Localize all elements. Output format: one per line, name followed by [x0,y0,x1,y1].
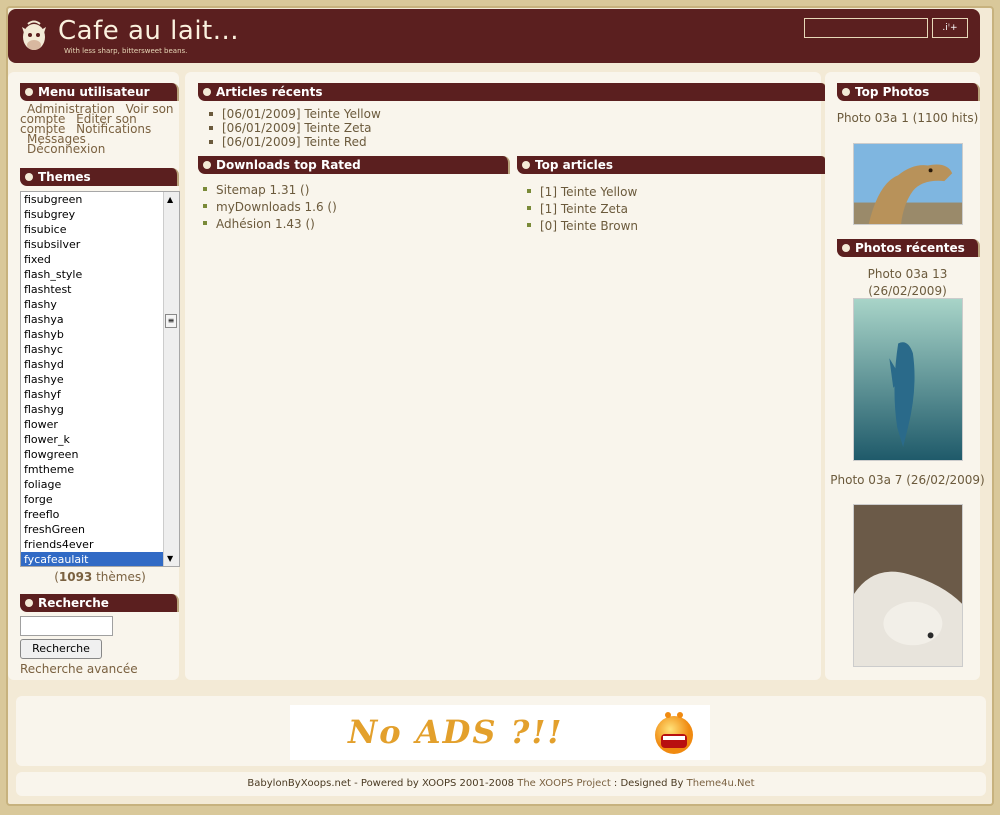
list-item[interactable]: [06/01/2009] Teinte Zeta [206,121,381,135]
list-item[interactable]: [0] Teinte Brown [524,218,638,235]
advanced-search-link[interactable]: Recherche avancée [20,662,138,676]
search-title: Recherche [20,594,179,612]
recent-photo-caption-1[interactable]: Photo 03a 13 (26/02/2009) [830,266,985,300]
recent-articles-title: Articles récents [198,83,828,101]
themes-title: Themes [20,168,179,186]
theme-option[interactable]: fisubsilver [21,237,179,252]
recent-photo-caption-2[interactable]: Photo 03a 7 (26/02/2009) [830,472,985,489]
header-search-input[interactable] [804,18,928,38]
theme-list-scrollbar[interactable]: ▲ ≡ ▼ [163,192,179,566]
top-articles-title: Top articles [517,156,828,174]
theme-option[interactable]: fixed [21,252,179,267]
theme-option[interactable]: friends4ever [21,537,179,552]
polar-bear-photo[interactable] [853,504,963,667]
footer: BabylonByXoops.net - Powered by XOOPS 20… [16,772,986,796]
recent-articles-list: [06/01/2009] Teinte Yellow [06/01/2009] … [206,107,381,149]
list-item[interactable]: Sitemap 1.31 () [200,182,337,199]
theme-count: (1093 thèmes) [54,570,146,584]
theme-option[interactable]: fmtheme [21,462,179,477]
theme-option[interactable]: flash_style [21,267,179,282]
list-item[interactable]: Adhésion 1.43 () [200,216,337,233]
list-item[interactable]: myDownloads 1.6 () [200,199,337,216]
theme-option[interactable]: foliage [21,477,179,492]
theme-option[interactable]: fisubgrey [21,207,179,222]
theme-option[interactable]: flashyc [21,342,179,357]
xoops-project-link[interactable]: The XOOPS Project [517,778,611,789]
theme-option[interactable]: flashyg [21,402,179,417]
search-input[interactable] [20,616,113,636]
menu-item-notifications[interactable]: Notifications [76,122,151,136]
theme-option[interactable]: flashya [21,312,179,327]
theme-option[interactable]: flashyb [21,327,179,342]
theme-option[interactable]: flower_k [21,432,179,447]
cow-logo-icon[interactable] [14,15,54,55]
ad-text: No ADS ?!! [348,713,564,751]
theme-option[interactable]: freeflo [21,507,179,522]
top-articles-list: [1] Teinte Yellow [1] Teinte Zeta [0] Te… [524,184,638,235]
scroll-down-icon[interactable]: ▼ [167,554,173,563]
list-item[interactable]: [06/01/2009] Teinte Yellow [206,107,381,121]
user-menu: Administration Voir son compte Editer so… [14,103,179,156]
list-item[interactable]: [1] Teinte Yellow [524,184,638,201]
theme-option[interactable]: fycafeaulait [21,552,179,566]
site-title[interactable]: Cafe au lait... [58,16,239,46]
top-photo-caption[interactable]: Photo 03a 1 (1100 hits) [830,110,985,127]
search-button[interactable]: Recherche [20,639,102,659]
downloads-top-list: Sitemap 1.31 () myDownloads 1.6 () Adhés… [200,182,337,233]
theme-option[interactable]: flashye [21,372,179,387]
theme-option[interactable]: fisubgreen [21,192,179,207]
theme-option[interactable]: flower [21,417,179,432]
header-search-button[interactable]: .ı̇ꜝ+ [932,18,968,38]
theme-count-value: 1093 [58,570,93,584]
theme4u-link[interactable]: Theme4u.Net [687,778,755,789]
theme-option[interactable]: fisubice [21,222,179,237]
downloads-top-title: Downloads top Rated [198,156,510,174]
user-menu-title: Menu utilisateur [20,83,179,101]
top-photos-title: Top Photos [837,83,980,101]
theme-option[interactable]: forge [21,492,179,507]
site-header: Cafe au lait... With less sharp, bitters… [8,9,980,63]
menu-item-deconnexion[interactable]: Déconnexion [27,142,105,156]
list-item[interactable]: [1] Teinte Zeta [524,201,638,218]
theme-option[interactable]: flashyf [21,387,179,402]
dolphin-photo[interactable] [853,298,963,461]
camel-photo[interactable] [853,143,963,225]
recent-photos-title: Photos récentes [837,239,980,257]
scroll-up-icon[interactable]: ▲ [167,195,173,204]
shouting-smiley-icon [655,712,693,754]
theme-option[interactable]: flowgreen [21,447,179,462]
theme-option[interactable]: flashyd [21,357,179,372]
scroll-thumb[interactable]: ≡ [165,314,177,328]
theme-select-list[interactable]: fisubgreen fisubgrey fisubice fisubsilver fi… [20,191,180,567]
theme-option[interactable]: flashy [21,297,179,312]
theme-option[interactable]: flashtest [21,282,179,297]
list-item[interactable]: [06/01/2009] Teinte Red [206,135,381,149]
ad-banner[interactable]: No ADS ?!! [290,705,710,760]
site-slogan: With less sharp, bittersweet beans. [64,47,188,55]
theme-option[interactable]: freshGreen [21,522,179,537]
